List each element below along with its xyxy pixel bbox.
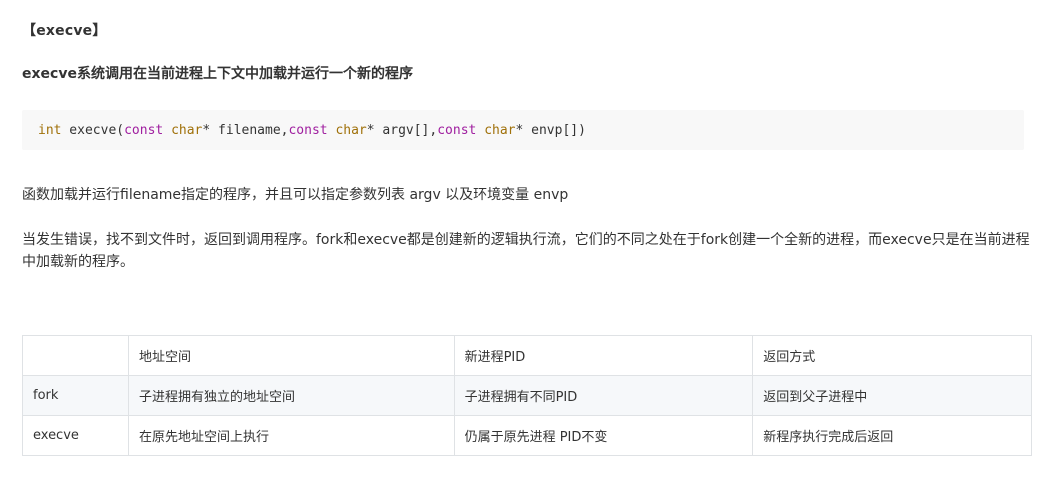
- code-token-plain: * filename,: [202, 122, 289, 138]
- code-token-keyword: const: [437, 122, 477, 138]
- document-page: 【execve】 execve系统调用在当前进程上下文中加载并运行一个新的程序 …: [0, 0, 1054, 478]
- code-token-plain: * argv[],: [366, 122, 438, 138]
- section-subtitle: execve系统调用在当前进程上下文中加载并运行一个新的程序: [22, 66, 413, 82]
- code-token-keyword: const: [124, 122, 164, 138]
- table-header-row: 地址空间 新进程PID 返回方式: [22, 335, 1032, 376]
- comparison-table: 地址空间 新进程PID 返回方式 fork 子进程拥有独立的地址空间 子进程拥有…: [22, 335, 1032, 456]
- code-token-keyword: const: [288, 122, 328, 138]
- section-heading: 【execve】: [22, 23, 107, 39]
- code-block: int execve(const char * filename, const ch…: [22, 110, 1024, 150]
- table-row: fork 子进程拥有独立的地址空间 子进程拥有不同PID 返回到父子进程中: [22, 375, 1032, 416]
- code-token-type: int: [38, 122, 62, 138]
- table-row: execve 在原先地址空间上执行 仍属于原先进程 PID不变 新程序执行完成后…: [22, 415, 1032, 456]
- table-cell: execve: [22, 415, 129, 456]
- table-header-cell: 返回方式: [752, 335, 1032, 376]
- paragraph-comparison: 当发生错误，找不到文件时，返回到调用程序。fork和execve都是创建新的逻辑…: [22, 232, 1030, 270]
- code-token-type: char: [171, 122, 203, 138]
- code-token-plain: execve(: [61, 122, 125, 138]
- code-token-plain: * envp[]): [515, 122, 586, 138]
- code-token-type: char: [484, 122, 516, 138]
- table-cell: 子进程拥有不同PID: [453, 375, 754, 416]
- table-cell: 在原先地址空间上执行: [127, 415, 455, 456]
- table-header-cell: [22, 335, 129, 376]
- table-cell: fork: [22, 375, 129, 416]
- table-cell: 新程序执行完成后返回: [752, 415, 1032, 456]
- table-cell: 仍属于原先进程 PID不变: [453, 415, 754, 456]
- code-token-type: char: [335, 122, 367, 138]
- table-cell: 返回到父子进程中: [752, 375, 1032, 416]
- table-header-cell: 新进程PID: [453, 335, 754, 376]
- paragraph-description: 函数加载并运行filename指定的程序，并且可以指定参数列表 argv 以及环…: [22, 187, 569, 203]
- table-cell: 子进程拥有独立的地址空间: [127, 375, 455, 416]
- table-header-cell: 地址空间: [127, 335, 455, 376]
